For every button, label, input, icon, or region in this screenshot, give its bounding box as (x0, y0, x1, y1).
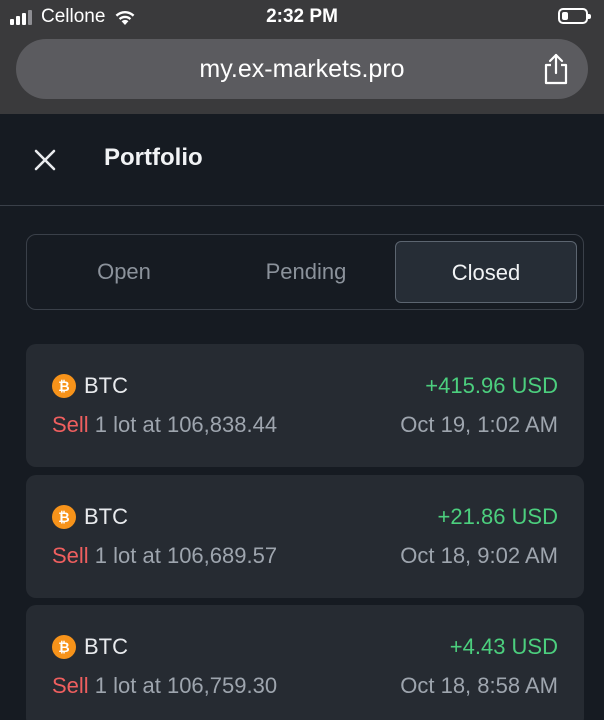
trade-pnl: +4.43 USD (449, 634, 558, 659)
trade-lot-price: 1 lot at 106,838.44 (88, 412, 278, 437)
trade-card[interactable]: ₿ BTC +415.96 USD Sell 1 lot at 106,838.… (26, 344, 584, 467)
portfolio-tabs: Open Pending Closed (26, 234, 584, 310)
bitcoin-icon: ₿ (52, 635, 76, 659)
trade-date: Oct 19, 1:02 AM (400, 412, 558, 437)
trade-date: Oct 18, 8:58 AM (400, 673, 558, 698)
trade-lot-price: 1 lot at 106,759.30 (88, 673, 278, 698)
status-bar: Cellone 2:32 PM (0, 0, 604, 34)
trade-pnl: +415.96 USD (425, 373, 558, 398)
trade-symbol: BTC (84, 504, 128, 529)
trade-symbol: BTC (84, 373, 128, 398)
page-title: Portfolio (104, 144, 203, 171)
trade-detail: Sell 1 lot at 106,838.44 (52, 412, 277, 438)
trade-detail: Sell 1 lot at 106,759.30 (52, 673, 277, 699)
app-header: Portfolio (0, 114, 604, 206)
trade-side: Sell (52, 673, 89, 698)
trade-detail: Sell 1 lot at 106,689.57 (52, 543, 277, 569)
battery-icon (558, 8, 591, 24)
trade-side: Sell (52, 543, 89, 568)
tab-open[interactable]: Open (33, 241, 215, 303)
browser-chrome: Cellone 2:32 PM my.ex-markets.pro (0, 0, 604, 114)
trade-date: Oct 18, 9:02 AM (400, 543, 558, 568)
bitcoin-icon: ₿ (52, 374, 76, 398)
status-time: 2:32 PM (266, 6, 338, 27)
trade-symbol: BTC (84, 634, 128, 659)
url-text[interactable]: my.ex-markets.pro (16, 39, 588, 99)
trade-pnl: +21.86 USD (437, 504, 558, 529)
tab-closed[interactable]: Closed (395, 241, 577, 303)
tab-pending[interactable]: Pending (215, 241, 397, 303)
trade-card[interactable]: ₿ BTC +21.86 USD Sell 1 lot at 106,689.5… (26, 475, 584, 598)
close-icon[interactable] (32, 147, 58, 173)
trade-lot-price: 1 lot at 106,689.57 (88, 543, 278, 568)
trade-side: Sell (52, 412, 89, 437)
bitcoin-icon: ₿ (52, 505, 76, 529)
trade-card[interactable]: ₿ BTC +4.43 USD Sell 1 lot at 106,759.30… (26, 605, 584, 720)
share-icon[interactable] (542, 53, 570, 85)
address-bar[interactable]: my.ex-markets.pro (16, 39, 588, 99)
